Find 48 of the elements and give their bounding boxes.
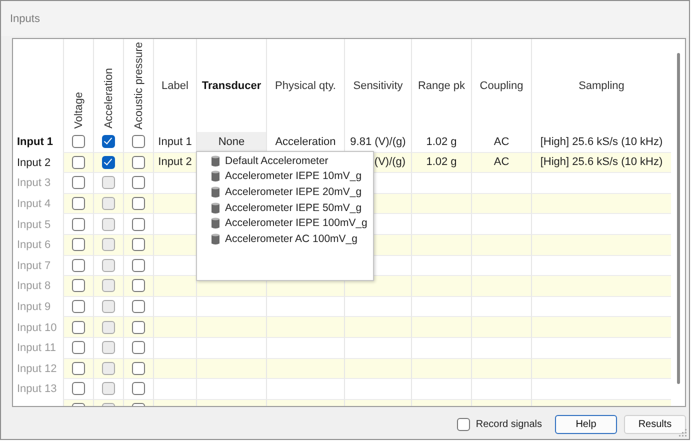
checkbox[interactable] (102, 135, 115, 148)
window-title: Inputs (10, 12, 40, 24)
column-header[interactable]: Acceleration (102, 68, 114, 129)
table-cell: AC (494, 136, 510, 148)
sensor-icon (211, 217, 220, 230)
table-cell: Input 1 (158, 136, 192, 148)
table-cell: 1.02 g (426, 136, 457, 148)
table-cell: 1.02 g (426, 156, 457, 168)
table-cell: Input 2 (158, 156, 192, 168)
dialog-button[interactable]: Results (624, 414, 686, 434)
sensor-icon (211, 232, 220, 245)
column-header[interactable]: Sampling (578, 80, 624, 92)
dropdown-item[interactable]: Accelerometer IEPE 50mV_g (197, 200, 373, 216)
column-header[interactable]: Range pk (418, 80, 466, 92)
sensor-icon (211, 186, 220, 198)
dropdown-item[interactable]: Accelerometer IEPE 10mV_g (197, 168, 373, 184)
checkbox[interactable] (132, 156, 145, 169)
dropdown-item[interactable]: Accelerometer IEPE 20mV_g (197, 184, 373, 200)
table-cell: [High] 25.6 kS/s (10 kHz) (540, 156, 663, 168)
sensor-icon (211, 202, 220, 214)
table-cell: (V)/(g) (374, 156, 406, 168)
sensor-icon (211, 154, 220, 167)
column-header[interactable]: Sensitivity (353, 80, 403, 92)
column-header[interactable]: Label (162, 80, 188, 92)
dialog-button[interactable]: Help (555, 414, 617, 434)
sensor-icon (211, 170, 220, 182)
table-cell: Acceleration (275, 136, 336, 148)
checkbox[interactable] (102, 156, 115, 169)
record-signals-checkbox[interactable] (456, 418, 470, 430)
column-header[interactable]: Physical qty. (275, 80, 336, 92)
dropdown-item[interactable]: Accelerometer IEPE 100mV_g (197, 215, 373, 231)
resize-grip-icon[interactable] (679, 429, 687, 437)
table-cell: None (218, 136, 245, 148)
dropdown-item[interactable]: Default Accelerometer (197, 153, 373, 169)
column-header[interactable]: Acoustic pressure (132, 42, 144, 129)
table-cell: [High] 25.6 kS/s (10 kHz) (540, 136, 663, 148)
column-header[interactable]: Coupling (480, 80, 524, 92)
column-header[interactable]: Voltage (72, 92, 84, 129)
scrollbar-thumb[interactable] (676, 53, 680, 384)
column-header[interactable]: Transducer (202, 80, 262, 92)
checkbox[interactable] (132, 135, 145, 148)
checkbox[interactable] (72, 156, 85, 169)
row-label[interactable]: Input 1 (17, 136, 54, 148)
dropdown-item[interactable]: Accelerometer AC 100mV_g (197, 230, 373, 247)
checkbox[interactable] (72, 135, 85, 148)
checkbox-label[interactable]: Record signals (476, 418, 542, 430)
table-cell: 9.81 (V)/(g) (350, 136, 406, 148)
table-cell: AC (494, 156, 510, 168)
